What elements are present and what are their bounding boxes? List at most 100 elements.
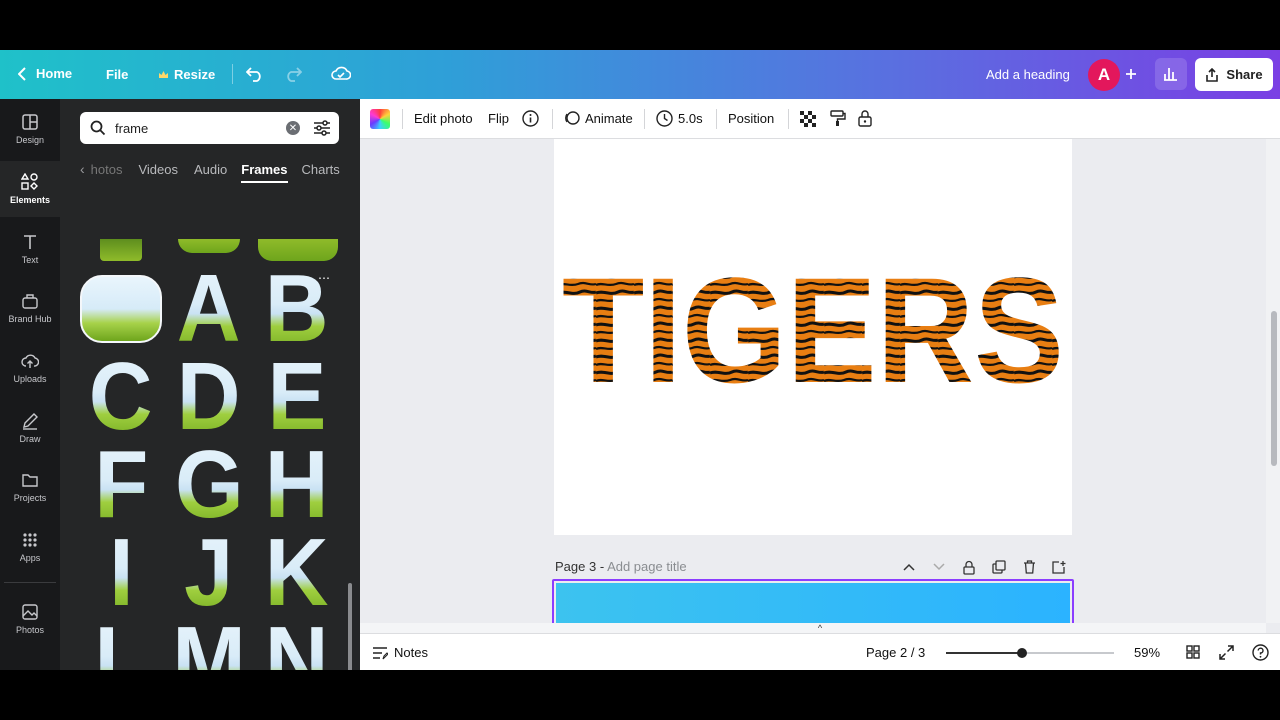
cloud-saved-icon[interactable] (331, 65, 351, 81)
tab-photos[interactable]: hotos (91, 162, 123, 177)
transparency-button[interactable] (800, 111, 816, 127)
rail-label: Brand Hub (8, 314, 52, 324)
redo-icon[interactable] (284, 66, 302, 82)
zoom-level-button[interactable]: 59% (1134, 645, 1160, 660)
zoom-slider-knob[interactable] (1016, 648, 1027, 658)
category-tabs: ‹ hotos Videos Audio Frames Charts (80, 157, 350, 183)
rail-item-elements[interactable]: Elements (0, 161, 60, 217)
divider (716, 109, 717, 129)
frame-letter-n[interactable]: N (258, 613, 336, 671)
search-icon (90, 120, 106, 136)
tab-frames[interactable]: Frames (241, 162, 288, 183)
frame-partial-2[interactable] (178, 239, 240, 253)
show-pages-handle[interactable]: ^ (812, 623, 828, 633)
frame-blob[interactable] (80, 275, 162, 343)
divider (788, 109, 789, 129)
divider (232, 64, 233, 84)
frame-letter-a[interactable]: A (170, 261, 248, 357)
color-picker-button[interactable] (370, 109, 390, 129)
search-input[interactable] (115, 120, 275, 136)
canvas-vertical-scrollbar[interactable] (1266, 139, 1280, 623)
edit-photo-button[interactable]: Edit photo (414, 111, 473, 126)
rail-item-uploads[interactable]: Uploads (0, 340, 60, 396)
frame-letter-d[interactable]: D (170, 349, 248, 445)
duration-button[interactable]: 5.0s (656, 110, 703, 127)
fullscreen-button[interactable] (1219, 645, 1234, 663)
context-toolbar: Edit photo Flip Animate 5.0s Position (360, 99, 1280, 139)
insights-button[interactable] (1155, 58, 1187, 90)
add-page-icon[interactable] (1050, 558, 1068, 576)
canva-editor: Home File Resize Add a heading A Share D… (0, 50, 1280, 670)
divider (552, 109, 553, 129)
more-options-icon[interactable]: ⋯ (318, 271, 330, 285)
rail-label: Design (15, 135, 44, 145)
undo-icon[interactable] (246, 66, 264, 82)
bottom-bar: Notes Page 2 / 3 59% (360, 633, 1280, 670)
tab-audio[interactable]: Audio (194, 162, 227, 177)
crown-icon (158, 70, 169, 80)
home-label: Home (36, 66, 73, 81)
frame-letter-k[interactable]: K (258, 525, 336, 621)
tab-charts[interactable]: Charts (302, 162, 340, 177)
design-page-2[interactable]: TIGERS (554, 139, 1072, 535)
add-people-icon[interactable] (1125, 68, 1137, 80)
tigers-text-frame[interactable]: TIGERS (558, 257, 1068, 387)
filter-icon[interactable] (313, 120, 331, 136)
info-button[interactable] (522, 110, 539, 127)
panel-scrollbar[interactable] (348, 583, 352, 670)
frame-letter-l[interactable]: L (82, 613, 160, 671)
copy-style-button[interactable] (830, 110, 846, 127)
frame-partial-1[interactable] (100, 239, 142, 261)
flip-button[interactable]: Flip (488, 111, 509, 126)
rail-label: Elements (9, 195, 51, 205)
resize-button[interactable]: Resize (158, 67, 215, 82)
home-button[interactable]: Home (18, 66, 72, 81)
avatar[interactable]: A (1088, 59, 1120, 91)
help-button[interactable] (1252, 644, 1269, 664)
tab-videos[interactable]: Videos (138, 162, 178, 177)
notes-button[interactable]: Notes (372, 645, 428, 660)
rail-item-design[interactable]: Design (0, 101, 60, 157)
rail-label: Apps (19, 553, 41, 563)
frame-letter-g[interactable]: G (170, 437, 248, 533)
frame-letter-f[interactable]: F (82, 437, 160, 533)
rail-item-draw[interactable]: Draw (0, 400, 60, 456)
zoom-slider[interactable] (946, 648, 1114, 658)
add-heading-button[interactable]: Add a heading (986, 67, 1070, 82)
frame-letter-m[interactable]: M (170, 613, 248, 671)
page-3-placeholder: Add page title (607, 559, 687, 574)
tigers-heading: TIGERS (562, 257, 1064, 387)
clear-search-icon[interactable]: ✕ (286, 121, 300, 135)
duplicate-page-icon[interactable] (990, 558, 1008, 576)
rail-item-brand-hub[interactable]: Brand Hub (0, 280, 60, 336)
move-page-down-icon[interactable] (930, 558, 948, 576)
frame-letter-j[interactable]: J (170, 525, 248, 621)
position-label: Position (728, 111, 775, 126)
delete-page-icon[interactable] (1020, 558, 1038, 576)
lock-button[interactable] (858, 109, 872, 127)
frame-letter-h[interactable]: H (258, 437, 336, 533)
rail-item-apps[interactable]: Apps (0, 519, 60, 575)
share-label: Share (1226, 67, 1263, 82)
move-page-up-icon[interactable] (900, 558, 918, 576)
rail-item-text[interactable]: Text (0, 221, 60, 277)
chevron-left-icon[interactable]: ‹ (80, 161, 85, 177)
position-button[interactable]: Position (728, 111, 774, 126)
share-button[interactable]: Share (1195, 58, 1273, 91)
lock-page-icon[interactable] (960, 558, 978, 576)
page-3-title[interactable]: Page 3 - Add page title (555, 559, 687, 574)
scrollbar-thumb[interactable] (1271, 311, 1277, 466)
frame-letter-i[interactable]: I (82, 525, 160, 621)
paint-roller-icon (830, 110, 846, 126)
rail-item-photos[interactable]: Photos (0, 591, 60, 647)
chevron-left-icon (18, 66, 26, 81)
divider (644, 109, 645, 129)
animate-button[interactable]: Animate (564, 110, 633, 126)
rail-item-projects[interactable]: Projects (0, 459, 60, 515)
file-menu-button[interactable]: File (106, 67, 128, 82)
frame-letter-e[interactable]: E (258, 349, 336, 445)
grid-view-button[interactable] (1186, 645, 1200, 662)
page-indicator[interactable]: Page 2 / 3 (866, 645, 925, 660)
frame-letter-c[interactable]: C (82, 349, 160, 445)
design-page-3[interactable] (552, 579, 1074, 623)
